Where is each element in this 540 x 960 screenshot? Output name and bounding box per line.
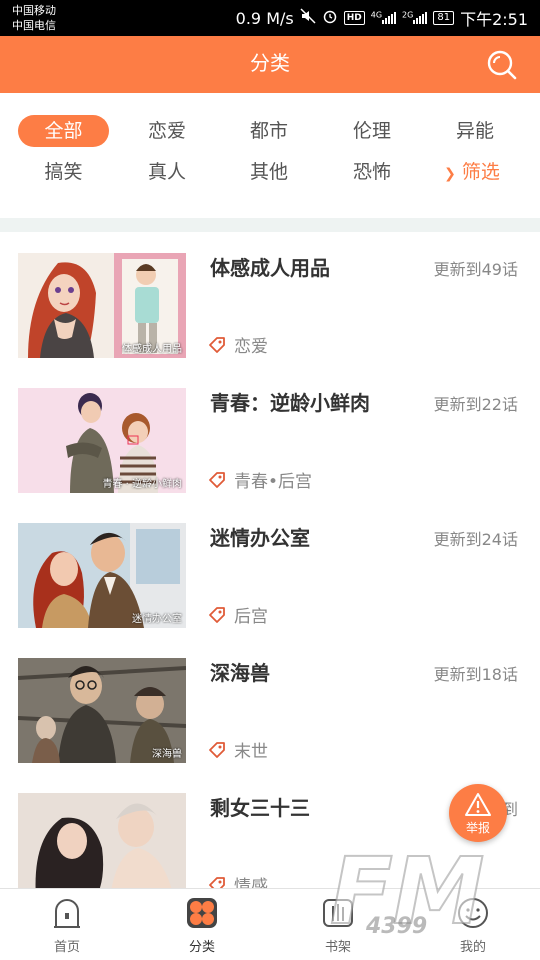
comic-item[interactable]: 体感成人用品 体感成人用品 更新到49话 恋爱 (0, 232, 540, 367)
cover-caption: 体感成人用品 (122, 344, 182, 355)
comic-title[interactable]: 体感成人用品 (210, 252, 330, 281)
hd-badge: HD (343, 11, 365, 25)
report-button[interactable]: 举报 (449, 784, 507, 842)
search-icon[interactable] (486, 49, 518, 81)
signal-1: 4G (371, 9, 397, 28)
filter-chip-other[interactable]: 其他 (224, 156, 314, 188)
comic-title[interactable]: 剩女三十三 (210, 792, 310, 821)
network-speed: 0.9 M/s (235, 8, 294, 28)
nav-label: 我的 (459, 940, 486, 955)
carrier-info: 中国移动 中国电信 (12, 3, 56, 33)
comic-tag-row: 情感 (208, 872, 268, 888)
comic-cover[interactable]: 青春 · 逆龄小鲜肉 (18, 388, 186, 493)
page-title: 分类 (250, 51, 290, 75)
bookshelf-icon (323, 899, 353, 927)
comic-title[interactable]: 深海兽 (210, 657, 270, 686)
clock: 下午2:51 (460, 10, 528, 29)
comic-tag: 情感 (234, 877, 268, 888)
status-bar: 中国移动 中国电信 0.9 M/s HD 4G 2G 81 下午2:51 (0, 0, 540, 36)
filter-chip-ethics[interactable]: 伦理 (327, 115, 417, 147)
tag-icon (209, 606, 225, 623)
signal-2: 2G (402, 9, 428, 28)
filter-chip-romance[interactable]: 恋爱 (122, 115, 212, 147)
nav-item-profile[interactable]: 我的 (423, 889, 523, 960)
profile-icon (458, 898, 488, 928)
bottom-nav: 首页 分类 书架 我的 (0, 888, 540, 960)
nav-item-category[interactable]: 分类 (152, 889, 252, 960)
battery-icon: 81 (433, 11, 455, 25)
app-header: 分类 (0, 36, 540, 93)
nav-item-bookshelf[interactable]: 书架 (288, 889, 388, 960)
nav-item-home[interactable]: 首页 (17, 889, 117, 960)
filter-chip-city[interactable]: 都市 (224, 115, 314, 147)
cover-caption: 迷情办公室 (132, 614, 182, 625)
filter-chip-all[interactable]: 全部 (18, 115, 109, 147)
comic-update-status: 更新到18话 (433, 665, 518, 684)
carrier-2: 中国电信 (12, 19, 56, 32)
carrier-1: 中国移动 (12, 4, 56, 17)
filter-chip-comedy[interactable]: 搞笑 (18, 156, 109, 188)
comic-item[interactable]: 迷情办公室 迷情办公室 更新到24话 后宫 (0, 502, 540, 637)
comic-tag: 恋爱 (234, 337, 268, 357)
comic-tag: 青春•后宫 (234, 472, 313, 492)
comic-cover[interactable] (18, 793, 186, 888)
comic-tag: 末世 (234, 742, 268, 762)
status-indicators: 0.9 M/s HD 4G 2G 81 下午2:51 (236, 7, 528, 29)
home-icon (54, 899, 80, 928)
signal-bars-icon (413, 11, 428, 24)
category-icon (187, 898, 217, 928)
comic-tag-row: 恋爱 (208, 332, 268, 357)
comic-item[interactable]: 青春 · 逆龄小鲜肉 青春：逆龄小鲜肉 更新到22话 青春•后宫 (0, 367, 540, 502)
comic-update-status: 更新到49话 (433, 260, 518, 279)
filter-button[interactable]: ❯ 筛选 (422, 156, 522, 188)
tag-icon (209, 336, 225, 353)
comic-title[interactable]: 青春：逆龄小鲜肉 (210, 387, 370, 416)
comic-cover[interactable]: 迷情办公室 (18, 523, 186, 628)
warning-icon (465, 793, 491, 816)
cover-caption: 青春 · 逆龄小鲜肉 (102, 479, 182, 490)
tag-icon (209, 471, 225, 488)
section-divider (0, 218, 540, 232)
comic-cover[interactable]: 体感成人用品 (18, 253, 186, 358)
nav-label: 书架 (324, 940, 351, 955)
comic-title[interactable]: 迷情办公室 (210, 522, 310, 551)
comic-tag-row: 末世 (208, 737, 268, 762)
alarm-icon (322, 8, 338, 28)
category-filter: 全部 恋爱 都市 伦理 异能 搞笑 真人 其他 恐怖 ❯ 筛选 (0, 93, 540, 218)
mute-icon (300, 8, 316, 28)
chevron-down-icon: ❯ (444, 166, 456, 182)
comic-tag: 后宫 (234, 607, 268, 627)
comic-item[interactable]: 深海兽 深海兽 更新到18话 末世 (0, 637, 540, 772)
report-label: 举报 (465, 821, 490, 835)
filter-label: 筛选 (461, 161, 500, 183)
comic-tag-row: 青春•后宫 (208, 467, 312, 492)
comic-update-status: 更新到24话 (433, 530, 518, 549)
cover-caption: 深海兽 (152, 749, 182, 760)
filter-chip-live-action[interactable]: 真人 (122, 156, 212, 188)
nav-label: 分类 (188, 940, 215, 955)
signal-bars-icon (382, 11, 397, 24)
tag-icon (209, 741, 225, 758)
comic-cover[interactable]: 深海兽 (18, 658, 186, 763)
comic-update-status: 更新到22话 (433, 395, 518, 414)
filter-chip-superpower[interactable]: 异能 (430, 115, 520, 147)
comic-tag-row: 后宫 (208, 602, 268, 627)
filter-chip-horror[interactable]: 恐怖 (327, 156, 417, 188)
tag-icon (209, 876, 225, 888)
nav-label: 首页 (53, 940, 80, 955)
